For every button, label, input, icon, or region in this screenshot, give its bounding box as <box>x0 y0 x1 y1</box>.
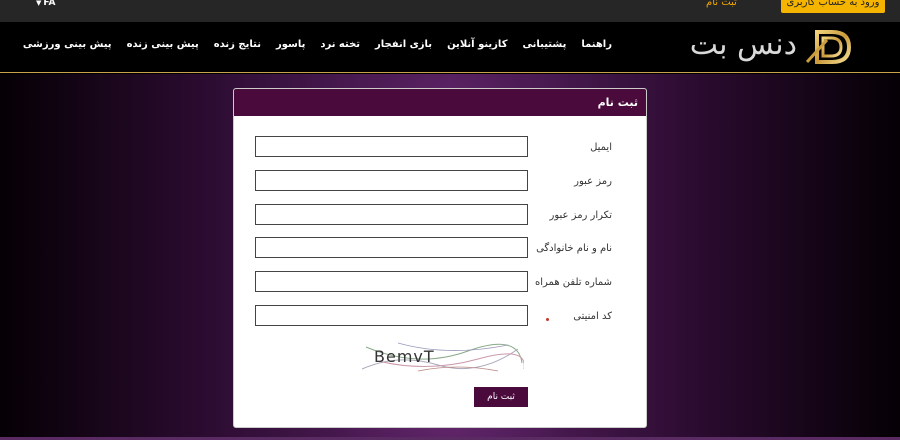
register-submit-button[interactable]: ثبت نام <box>474 387 528 407</box>
nav-item-support[interactable]: پشتیبانی <box>523 39 567 50</box>
captcha-text: BemvT <box>374 347 435 366</box>
language-label: FA <box>43 0 56 8</box>
nav-item-live-results[interactable]: نتایج زنده <box>214 39 261 50</box>
login-button[interactable]: ورود به حساب کاربری <box>781 0 885 13</box>
logo-emblem-icon[interactable] <box>627 26 852 68</box>
panel-title: ثبت نام <box>234 89 646 116</box>
security-code-field[interactable] <box>255 305 528 326</box>
top-bar: ▼ FA ثبت نام ورود به حساب کاربری <box>0 0 900 22</box>
registration-panel: ثبت نام ایمیل رمز عبور تکرار رمز عبور نا… <box>233 88 647 428</box>
nav-item-sports-betting[interactable]: پیش بینی ورزشی <box>23 39 112 50</box>
nav-item-online-casino[interactable]: کازینو آنلاین <box>447 39 507 50</box>
email-field[interactable] <box>255 136 528 157</box>
register-link[interactable]: ثبت نام <box>706 0 737 8</box>
main-nav: پیش بینی ورزشی پیش بینی زنده نتایج زنده … <box>23 39 612 50</box>
nav-item-help[interactable]: راهنما <box>581 39 612 50</box>
nav-item-pasur[interactable]: پاسور <box>276 39 305 50</box>
nav-item-crash-game[interactable]: بازی انفجار <box>375 39 432 50</box>
language-selector[interactable]: ▼ FA <box>36 0 55 8</box>
nav-item-live-betting[interactable]: پیش بینی زنده <box>127 39 199 50</box>
confirm-password-field[interactable] <box>255 204 528 225</box>
nav-item-backgammon[interactable]: تخته نرد <box>320 39 360 50</box>
password-field[interactable] <box>255 170 528 191</box>
site-header: پیش بینی ورزشی پیش بینی زنده نتایج زنده … <box>0 22 900 73</box>
required-dot <box>546 318 549 321</box>
full-name-field[interactable] <box>255 237 528 258</box>
caret-down-icon: ▼ <box>36 0 42 7</box>
mobile-field[interactable] <box>255 271 528 292</box>
